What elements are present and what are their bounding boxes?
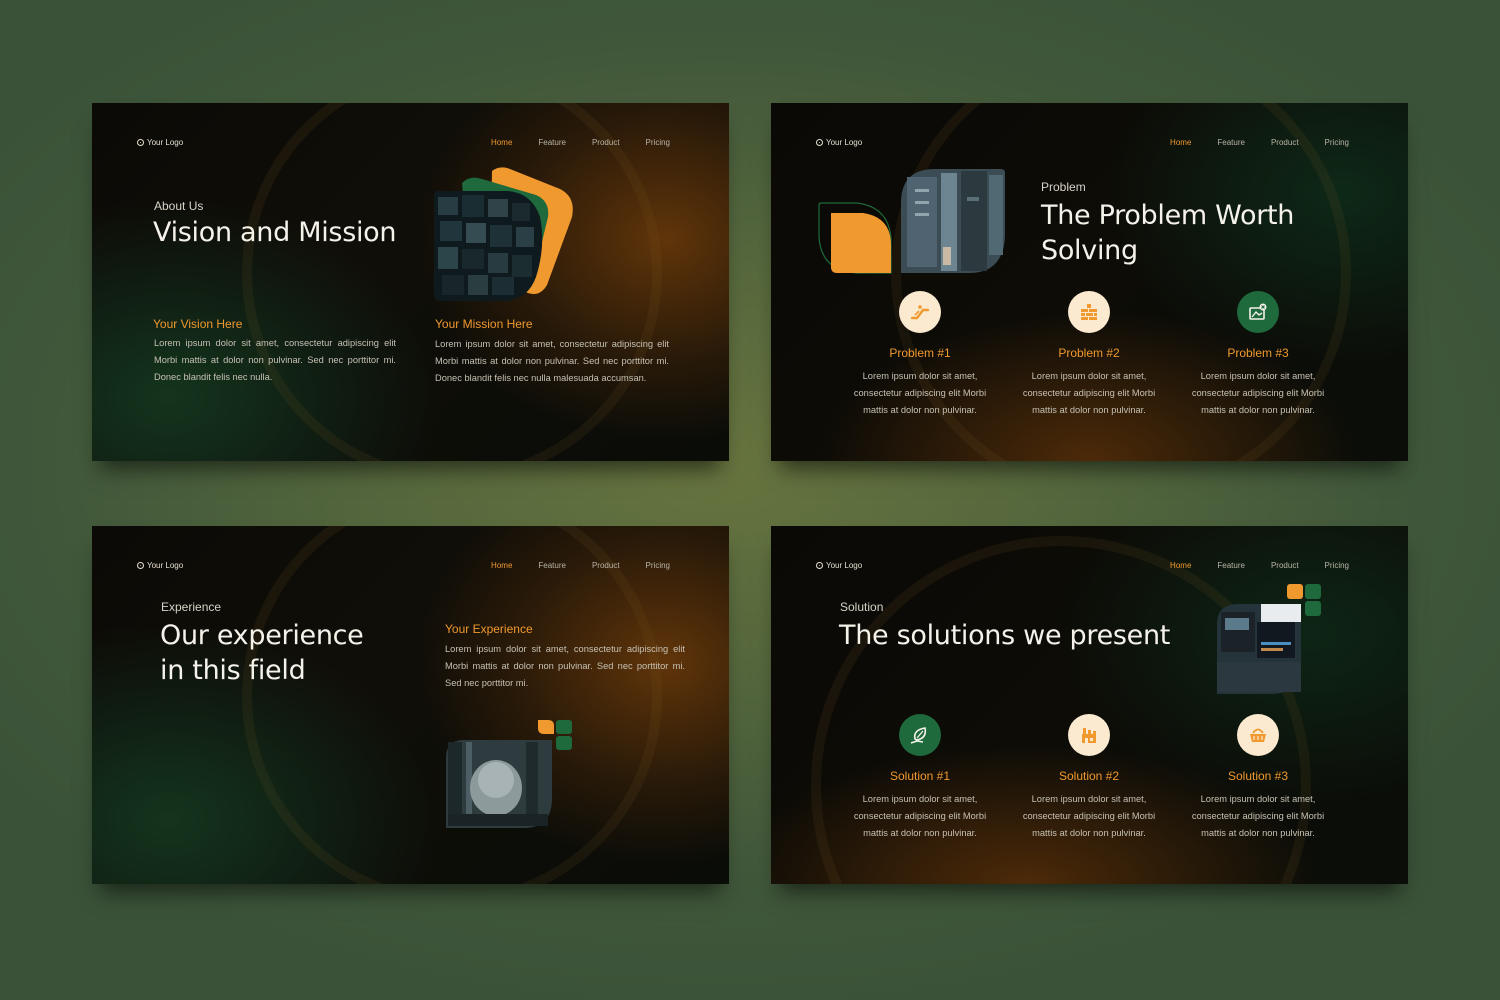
section-eyebrow: Experience xyxy=(161,600,222,614)
nav-feature[interactable]: Feature xyxy=(538,138,566,147)
experience-title: Your Experience xyxy=(445,622,533,636)
slide-experience: Your Logo Home Feature Product Pricing E… xyxy=(92,526,729,884)
problem-card-1: Problem #1 Lorem ipsum dolor sit amet, c… xyxy=(845,291,995,419)
nav-home[interactable]: Home xyxy=(491,561,512,570)
decorative-arc xyxy=(242,526,662,884)
problem-image-group xyxy=(818,169,1005,274)
mission-image-stack xyxy=(434,167,573,301)
nav-product[interactable]: Product xyxy=(592,138,620,147)
problem-card-2: Problem #2 Lorem ipsum dolor sit amet, c… xyxy=(1014,291,1164,419)
slide-title-line1: The Problem Worth xyxy=(1041,200,1295,231)
problem-text: Lorem ipsum dolor sit amet, consectetur … xyxy=(1191,371,1325,415)
nav-feature[interactable]: Feature xyxy=(538,561,566,570)
section-eyebrow: Solution xyxy=(840,600,884,614)
solution-text: Lorem ipsum dolor sit amet, consectetur … xyxy=(1022,794,1156,838)
solution-card-1: Solution #1 Lorem ipsum dolor sit amet, … xyxy=(845,714,995,842)
logo-label: Your Logo xyxy=(147,561,184,570)
factory-icon xyxy=(1068,714,1110,756)
slide-title-line2: in this field xyxy=(160,655,306,686)
slide-title: The solutions we present xyxy=(839,620,1171,651)
logo-label: Your Logo xyxy=(826,138,863,147)
image-error-icon xyxy=(1237,291,1279,333)
vision-title: Your Vision Here xyxy=(153,317,243,331)
nav-menu: Home Feature Product Pricing xyxy=(491,138,670,147)
nav-product[interactable]: Product xyxy=(1271,561,1299,570)
nav-home[interactable]: Home xyxy=(1170,138,1191,147)
slide-problem: Your Logo Home Feature Product Pricing P… xyxy=(771,103,1408,461)
slide-title-line2: Solving xyxy=(1041,235,1138,266)
solution-title: Solution #1 xyxy=(889,769,951,783)
logo-icon xyxy=(816,139,823,146)
problem-title: Problem #2 xyxy=(1058,346,1120,360)
solution-title: Solution #3 xyxy=(1227,769,1289,783)
basket-icon xyxy=(1237,714,1279,756)
nav-pricing[interactable]: Pricing xyxy=(1325,138,1349,147)
nav-pricing[interactable]: Pricing xyxy=(646,138,670,147)
logo-icon xyxy=(137,139,144,146)
logo-label: Your Logo xyxy=(826,561,863,570)
logo[interactable]: Your Logo xyxy=(816,561,862,570)
slide-solution: Your Logo Home Feature Product Pricing S… xyxy=(771,526,1408,884)
section-eyebrow: About Us xyxy=(154,199,204,213)
solution-image xyxy=(1217,584,1321,694)
nav-menu: Home Feature Product Pricing xyxy=(1170,561,1349,570)
experience-image xyxy=(446,720,572,828)
nav-home[interactable]: Home xyxy=(491,138,512,147)
logo[interactable]: Your Logo xyxy=(137,561,183,570)
problem-text: Lorem ipsum dolor sit amet, consectetur … xyxy=(853,371,987,415)
logo[interactable]: Your Logo xyxy=(816,138,862,147)
problem-card-3: Problem #3 Lorem ipsum dolor sit amet, c… xyxy=(1183,291,1333,419)
logo[interactable]: Your Logo xyxy=(137,138,183,147)
nav-product[interactable]: Product xyxy=(1271,138,1299,147)
solution-card-2: Solution #2 Lorem ipsum dolor sit amet, … xyxy=(1014,714,1164,842)
slide-vision-mission: Your Logo Home Feature Product Pricing A… xyxy=(92,103,729,461)
vision-text: Lorem ipsum dolor sit amet, consectetur … xyxy=(154,338,396,382)
nav-feature[interactable]: Feature xyxy=(1217,138,1245,147)
solution-text: Lorem ipsum dolor sit amet, consectetur … xyxy=(1191,794,1325,838)
problem-text: Lorem ipsum dolor sit amet, consectetur … xyxy=(1022,371,1156,415)
section-eyebrow: Problem xyxy=(1041,180,1086,194)
slide-title: Vision and Mission xyxy=(153,217,397,248)
nav-product[interactable]: Product xyxy=(592,561,620,570)
nav-pricing[interactable]: Pricing xyxy=(1325,561,1349,570)
solution-text: Lorem ipsum dolor sit amet, consectetur … xyxy=(853,794,987,838)
nav-menu: Home Feature Product Pricing xyxy=(491,561,670,570)
solution-title: Solution #2 xyxy=(1058,769,1120,783)
escalator-icon xyxy=(899,291,941,333)
problem-title: Problem #1 xyxy=(889,346,951,360)
experience-text: Lorem ipsum dolor sit amet, consectetur … xyxy=(445,644,685,688)
nav-pricing[interactable]: Pricing xyxy=(646,561,670,570)
leaf-hand-icon xyxy=(899,714,941,756)
brick-wall-icon xyxy=(1068,291,1110,333)
nav-feature[interactable]: Feature xyxy=(1217,561,1245,570)
solution-card-3: Solution #3 Lorem ipsum dolor sit amet, … xyxy=(1183,714,1333,842)
problem-title: Problem #3 xyxy=(1227,346,1289,360)
nav-home[interactable]: Home xyxy=(1170,561,1191,570)
mission-text: Lorem ipsum dolor sit amet, consectetur … xyxy=(435,339,669,383)
logo-label: Your Logo xyxy=(147,138,184,147)
slide-title-line1: Our experience xyxy=(160,620,364,651)
logo-icon xyxy=(137,562,144,569)
nav-menu: Home Feature Product Pricing xyxy=(1170,138,1349,147)
mission-title: Your Mission Here xyxy=(435,317,533,331)
logo-icon xyxy=(816,562,823,569)
